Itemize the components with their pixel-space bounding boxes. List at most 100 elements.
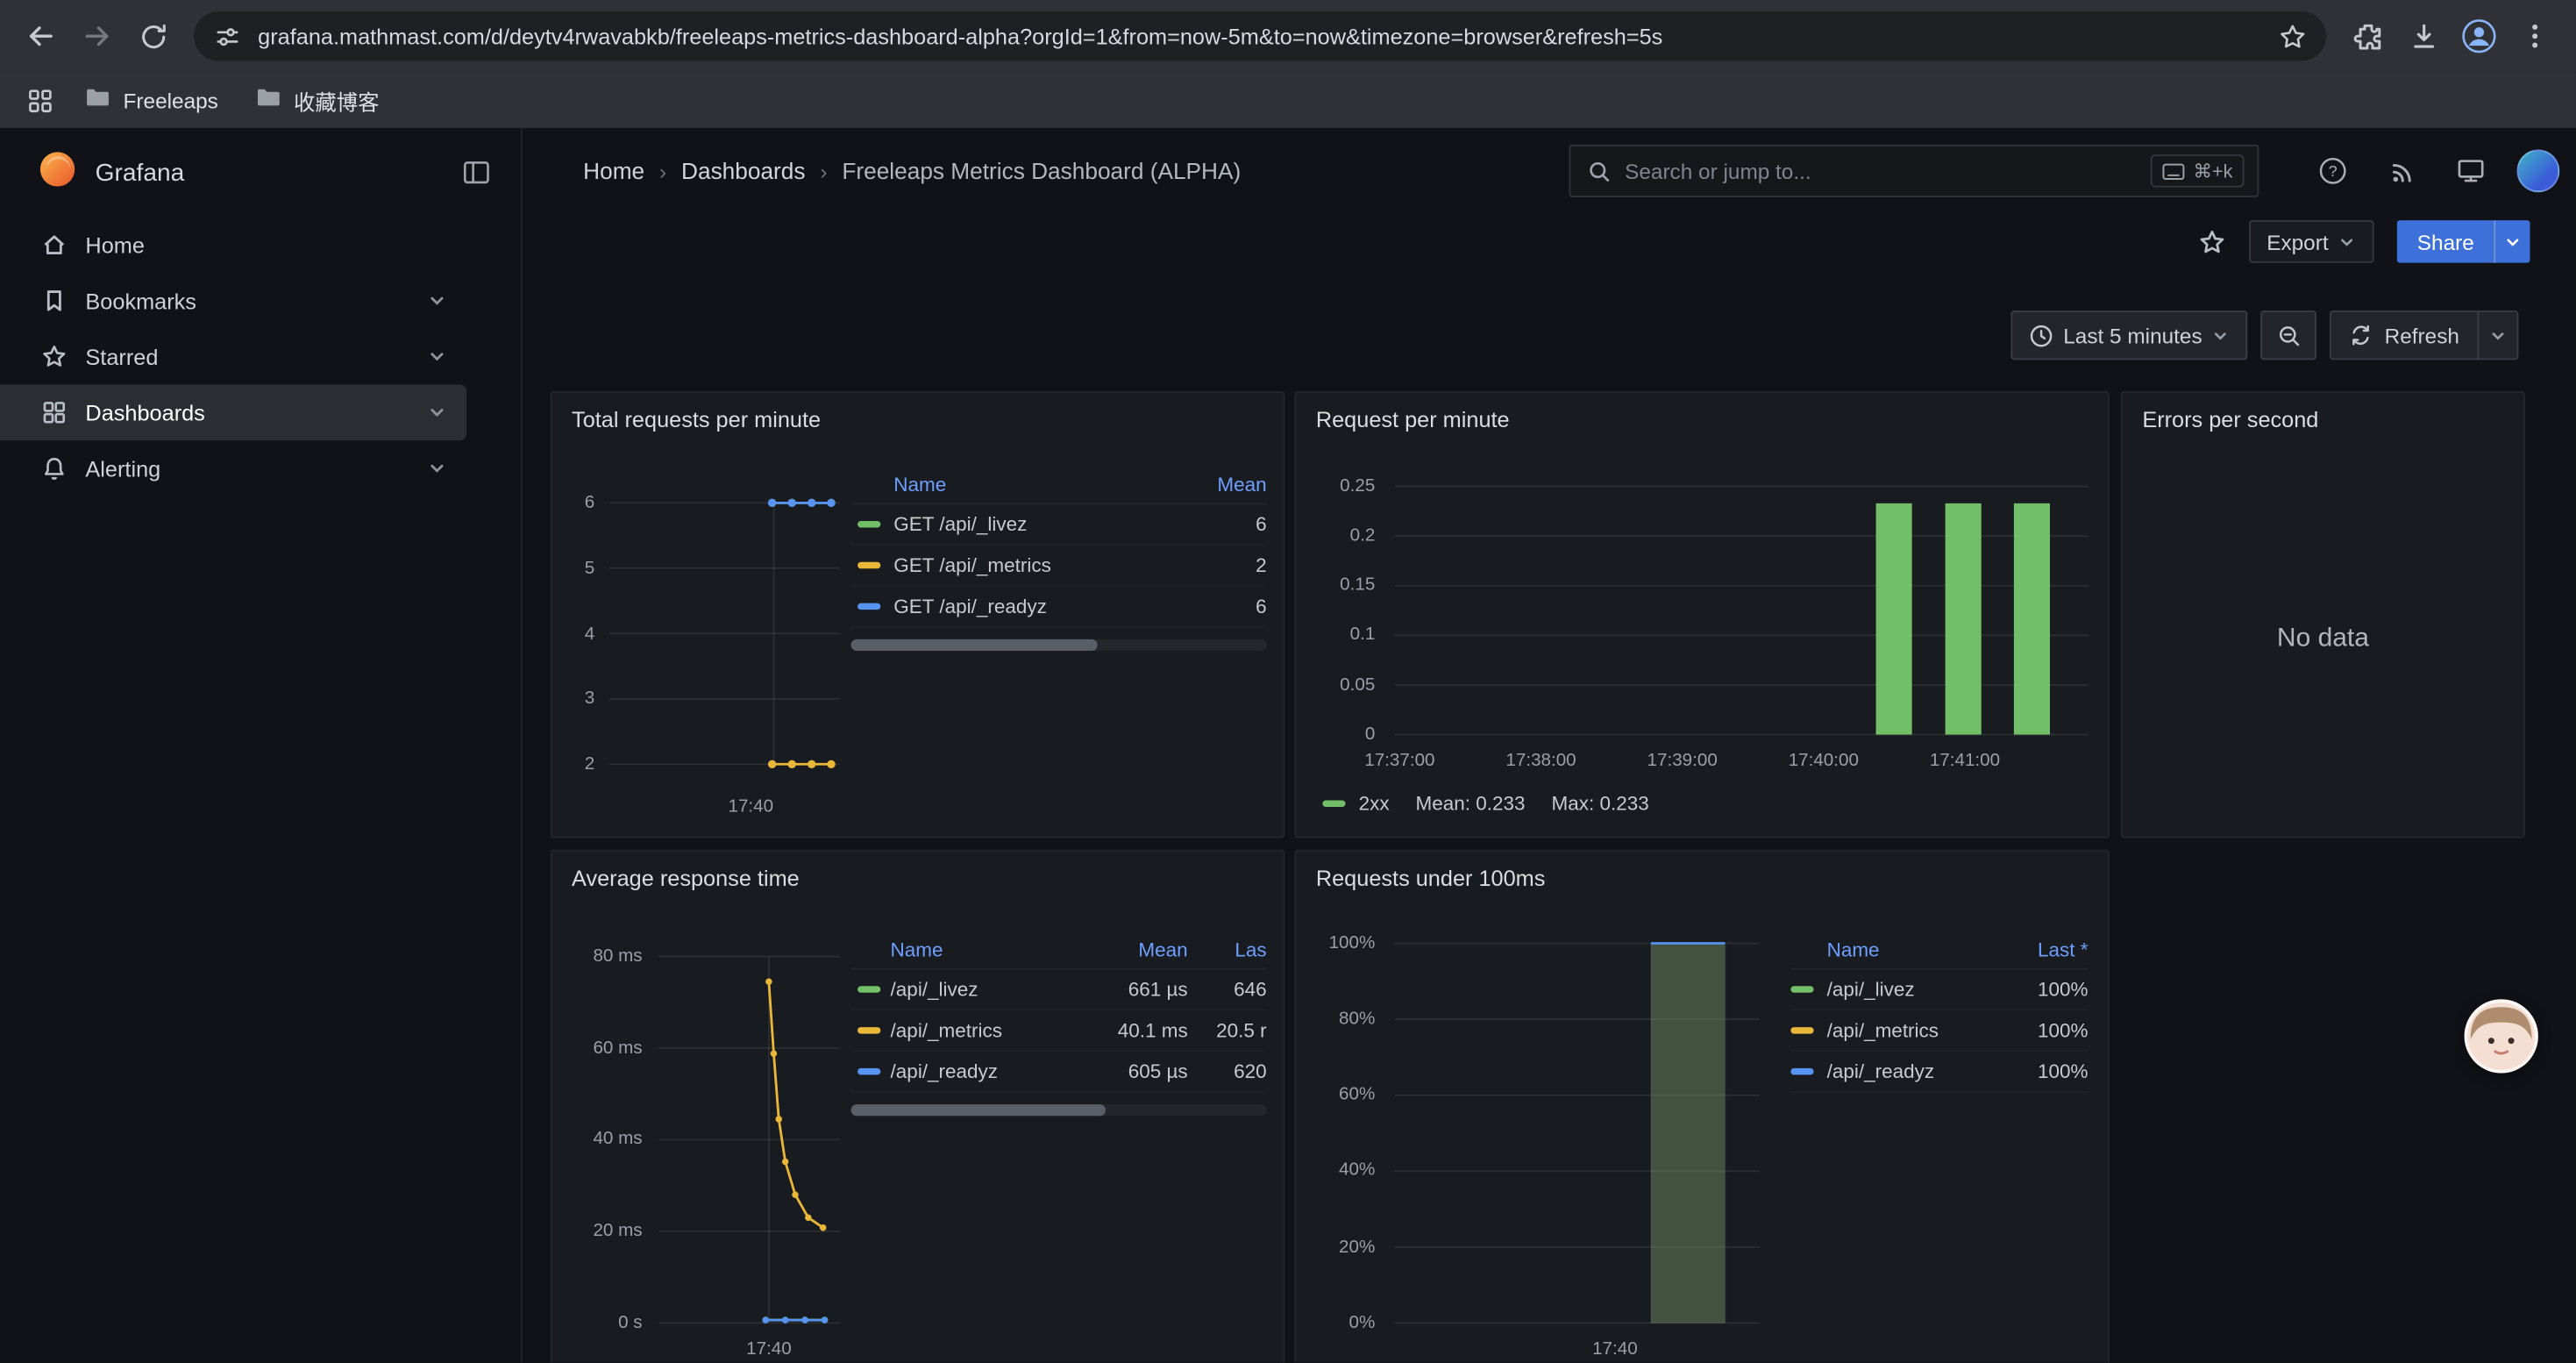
legend-header-mean[interactable]: Mean: [1175, 473, 1267, 496]
series-color-dash: [1790, 1027, 1813, 1033]
panel-avg-response-time: Average response time 80 ms 60 ms 40 ms …: [551, 850, 1285, 1363]
series-name[interactable]: /api/_livez: [891, 978, 1086, 1001]
series-name[interactable]: /api/_readyz: [891, 1060, 1086, 1083]
legend-scrollbar[interactable]: [851, 1104, 1267, 1116]
export-button[interactable]: Export: [2249, 220, 2374, 263]
apps-grid-icon[interactable]: [17, 77, 62, 123]
series-mean: 605 µs: [1086, 1060, 1188, 1083]
reload-icon[interactable]: [125, 8, 181, 64]
legend-header-name[interactable]: Name: [893, 473, 1174, 496]
chevron-down-icon[interactable]: [427, 346, 446, 366]
requests-line-chart[interactable]: [609, 489, 839, 777]
panel-title[interactable]: Average response time: [552, 852, 1284, 891]
series-name[interactable]: GET /api/_livez: [893, 513, 1174, 536]
legend-header-last[interactable]: Last *: [2003, 938, 2088, 960]
folder-icon: [254, 84, 282, 117]
refresh-interval-caret[interactable]: [2478, 312, 2517, 358]
share-button-group: Share: [2397, 220, 2530, 263]
sidebar-item-home[interactable]: Home: [0, 217, 466, 273]
news-rss-icon[interactable]: [2379, 148, 2424, 194]
sidebar-item-starred[interactable]: Starred: [0, 329, 466, 385]
legend-row: /api/_livez 100%: [1790, 969, 2088, 1010]
y-tick: 20%: [1296, 1236, 1375, 1259]
chevron-down-icon[interactable]: [427, 291, 446, 310]
site-settings-icon[interactable]: [214, 22, 242, 50]
time-range-picker[interactable]: Last 5 minutes: [2010, 310, 2248, 360]
x-tick: 17:40: [1574, 1338, 1656, 1360]
chevron-down-icon[interactable]: [427, 403, 446, 422]
x-tick: 17:37:00: [1350, 749, 1448, 772]
sidebar-item-dashboards[interactable]: Dashboards: [0, 384, 466, 440]
search-icon: [1587, 159, 1612, 183]
url-text[interactable]: grafana.mathmast.com/d/deytv4rwavabkb/fr…: [258, 24, 2262, 48]
y-tick: 40%: [1296, 1159, 1375, 1181]
series-name[interactable]: /api/_metrics: [891, 1019, 1086, 1042]
search-input[interactable]: [1625, 159, 2138, 183]
browser-menu-icon[interactable]: [2507, 8, 2563, 64]
refresh-button[interactable]: Refresh: [2332, 312, 2478, 358]
series-name[interactable]: /api/_readyz: [1827, 1060, 2003, 1083]
series-name[interactable]: /api/_metrics: [1827, 1019, 2003, 1042]
screen: grafana.mathmast.com/d/deytv4rwavabkb/fr…: [0, 0, 2576, 1363]
panel-title[interactable]: Total requests per minute: [552, 393, 1284, 432]
y-tick: 0 s: [552, 1311, 643, 1334]
y-tick: 0.2: [1296, 525, 1375, 547]
panel-title[interactable]: Request per minute: [1296, 393, 2108, 432]
legend-header-last[interactable]: Las: [1188, 938, 1267, 960]
zoom-out-button[interactable]: [2261, 310, 2317, 360]
legend-header-name[interactable]: Name: [1827, 938, 2003, 960]
forward-icon[interactable]: [69, 8, 125, 64]
y-tick: 80 ms: [552, 945, 643, 967]
bookmark-star-icon[interactable]: [2279, 22, 2307, 50]
legend-header-name[interactable]: Name: [891, 938, 1086, 960]
panel-total-requests: Total requests per minute 6 5 4 3 2 17:4…: [551, 391, 1285, 838]
assistant-avatar[interactable]: [2465, 999, 2538, 1073]
kiosk-monitor-icon[interactable]: [2448, 148, 2494, 194]
back-icon[interactable]: [13, 8, 69, 64]
under-100ms-bar-chart[interactable]: [1395, 933, 1760, 1336]
downloads-icon[interactable]: [2395, 8, 2451, 64]
series-last: 20.5 r: [1188, 1019, 1267, 1042]
series-last: 100%: [2003, 1019, 2088, 1042]
breadcrumb-dashboards[interactable]: Dashboards: [681, 158, 805, 184]
series-name[interactable]: 2xx: [1359, 792, 1390, 815]
url-bar[interactable]: grafana.mathmast.com/d/deytv4rwavabkb/fr…: [194, 11, 2326, 61]
response-time-line-chart[interactable]: [658, 950, 839, 1331]
collapse-sidebar-icon[interactable]: [462, 158, 492, 188]
help-icon[interactable]: ?: [2309, 148, 2355, 194]
no-data-message: No data: [2123, 442, 2523, 837]
sidebar-item-bookmarks[interactable]: Bookmarks: [0, 273, 466, 329]
series-mean: 40.1 ms: [1086, 1019, 1188, 1042]
series-name[interactable]: GET /api/_readyz: [893, 595, 1174, 617]
favorite-star-icon[interactable]: [2198, 228, 2226, 256]
extensions-icon[interactable]: [2339, 8, 2395, 64]
panel-title[interactable]: Requests under 100ms: [1296, 852, 2108, 891]
share-menu-caret[interactable]: [2494, 220, 2530, 263]
breadcrumb-home[interactable]: Home: [583, 158, 644, 184]
bookmark-item-freeleaps[interactable]: Freeleaps: [69, 77, 233, 123]
sidebar-item-alerting[interactable]: Alerting: [0, 440, 466, 496]
profile-icon[interactable]: [2451, 8, 2508, 64]
scrollbar-thumb[interactable]: [851, 639, 1098, 651]
user-avatar[interactable]: [2517, 150, 2560, 193]
legend-header-mean[interactable]: Mean: [1086, 938, 1188, 960]
requests-bar-chart[interactable]: [1395, 483, 2089, 738]
panel-title[interactable]: Errors per second: [2123, 393, 2523, 432]
x-tick: 17:40: [728, 1338, 810, 1360]
share-button[interactable]: Share: [2397, 220, 2494, 263]
series-last: 620: [1188, 1060, 1267, 1083]
chevron-down-icon[interactable]: [427, 459, 446, 478]
series-name[interactable]: /api/_livez: [1827, 978, 2003, 1001]
bookmark-item-blogs[interactable]: 收藏博客: [239, 77, 394, 123]
series-color-dash: [1790, 986, 1813, 992]
y-tick: 2: [552, 753, 595, 775]
scrollbar-thumb[interactable]: [851, 1104, 1106, 1116]
y-tick: 80%: [1296, 1008, 1375, 1031]
series-last: 100%: [2003, 978, 2088, 1001]
series-name[interactable]: GET /api/_metrics: [893, 553, 1174, 576]
legend-scrollbar[interactable]: [851, 639, 1267, 651]
grafana-logo[interactable]: [38, 149, 77, 196]
search-bar[interactable]: ⌘+k: [1569, 145, 2259, 197]
browser-toolbar: grafana.mathmast.com/d/deytv4rwavabkb/fr…: [0, 0, 2576, 72]
home-icon: [41, 232, 68, 258]
